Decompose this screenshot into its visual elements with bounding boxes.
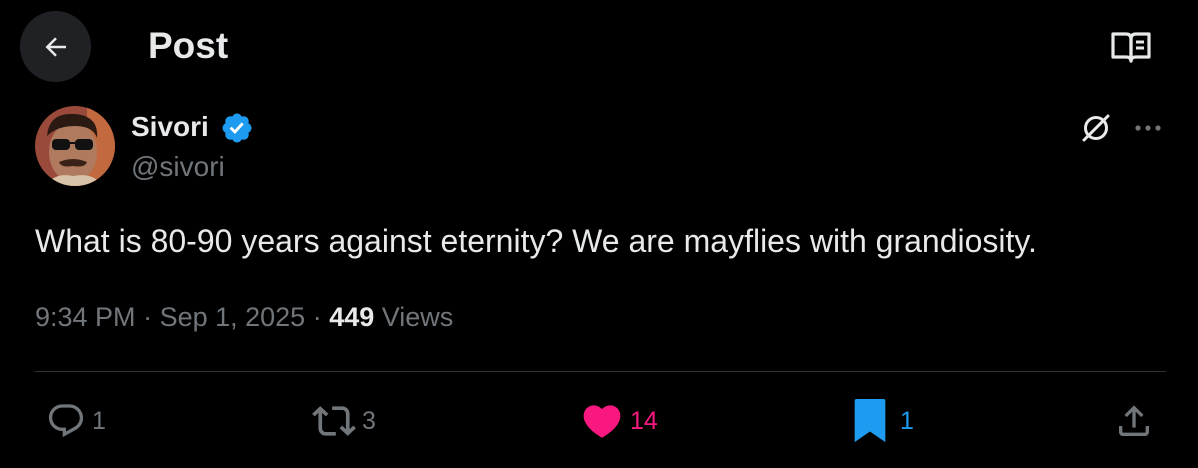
views-label: Views — [374, 302, 454, 332]
arrow-left-icon — [45, 36, 66, 57]
bookmark-filled-icon — [854, 398, 886, 443]
avatar[interactable] — [35, 106, 115, 186]
reply-button[interactable]: 1 — [46, 398, 106, 444]
views-count: 449 — [329, 302, 375, 332]
reply-icon — [48, 404, 84, 438]
post-meta: 9:34 PM · Sep 1, 2025 · 449 Views — [35, 298, 453, 336]
like-count: 14 — [630, 407, 658, 435]
meta-separator: · — [305, 302, 330, 332]
meta-separator: · — [135, 302, 160, 332]
author-name[interactable]: Sivori — [131, 109, 209, 145]
share-icon — [1119, 405, 1149, 436]
repost-count: 3 — [362, 407, 376, 435]
bookmark-button[interactable]: 1 — [852, 398, 914, 444]
like-button[interactable]: 14 — [580, 398, 658, 444]
grok-icon[interactable] — [1078, 110, 1114, 146]
header-bar: Post — [0, 0, 1198, 92]
post-page: Post Sivori @sivori What is 80-90 years … — [0, 0, 1198, 468]
avatar-image — [35, 106, 115, 186]
reader-mode-icon[interactable] — [1110, 28, 1152, 66]
repost-icon — [312, 406, 356, 436]
heart-filled-icon — [583, 405, 621, 438]
post-date[interactable]: Sep 1, 2025 — [160, 302, 306, 332]
back-button[interactable] — [20, 11, 91, 82]
verified-badge-icon — [222, 113, 252, 143]
reply-count: 1 — [92, 407, 106, 435]
divider — [35, 371, 1166, 372]
more-options-icon[interactable] — [1130, 110, 1166, 146]
post-time[interactable]: 9:34 PM — [35, 302, 136, 332]
page-title: Post — [148, 25, 229, 66]
post-text: What is 80-90 years against eternity? We… — [35, 223, 1037, 259]
share-button[interactable] — [1114, 398, 1154, 444]
bookmark-count: 1 — [900, 407, 914, 435]
author-handle[interactable]: @sivori — [131, 149, 225, 185]
repost-button[interactable]: 3 — [312, 398, 376, 444]
